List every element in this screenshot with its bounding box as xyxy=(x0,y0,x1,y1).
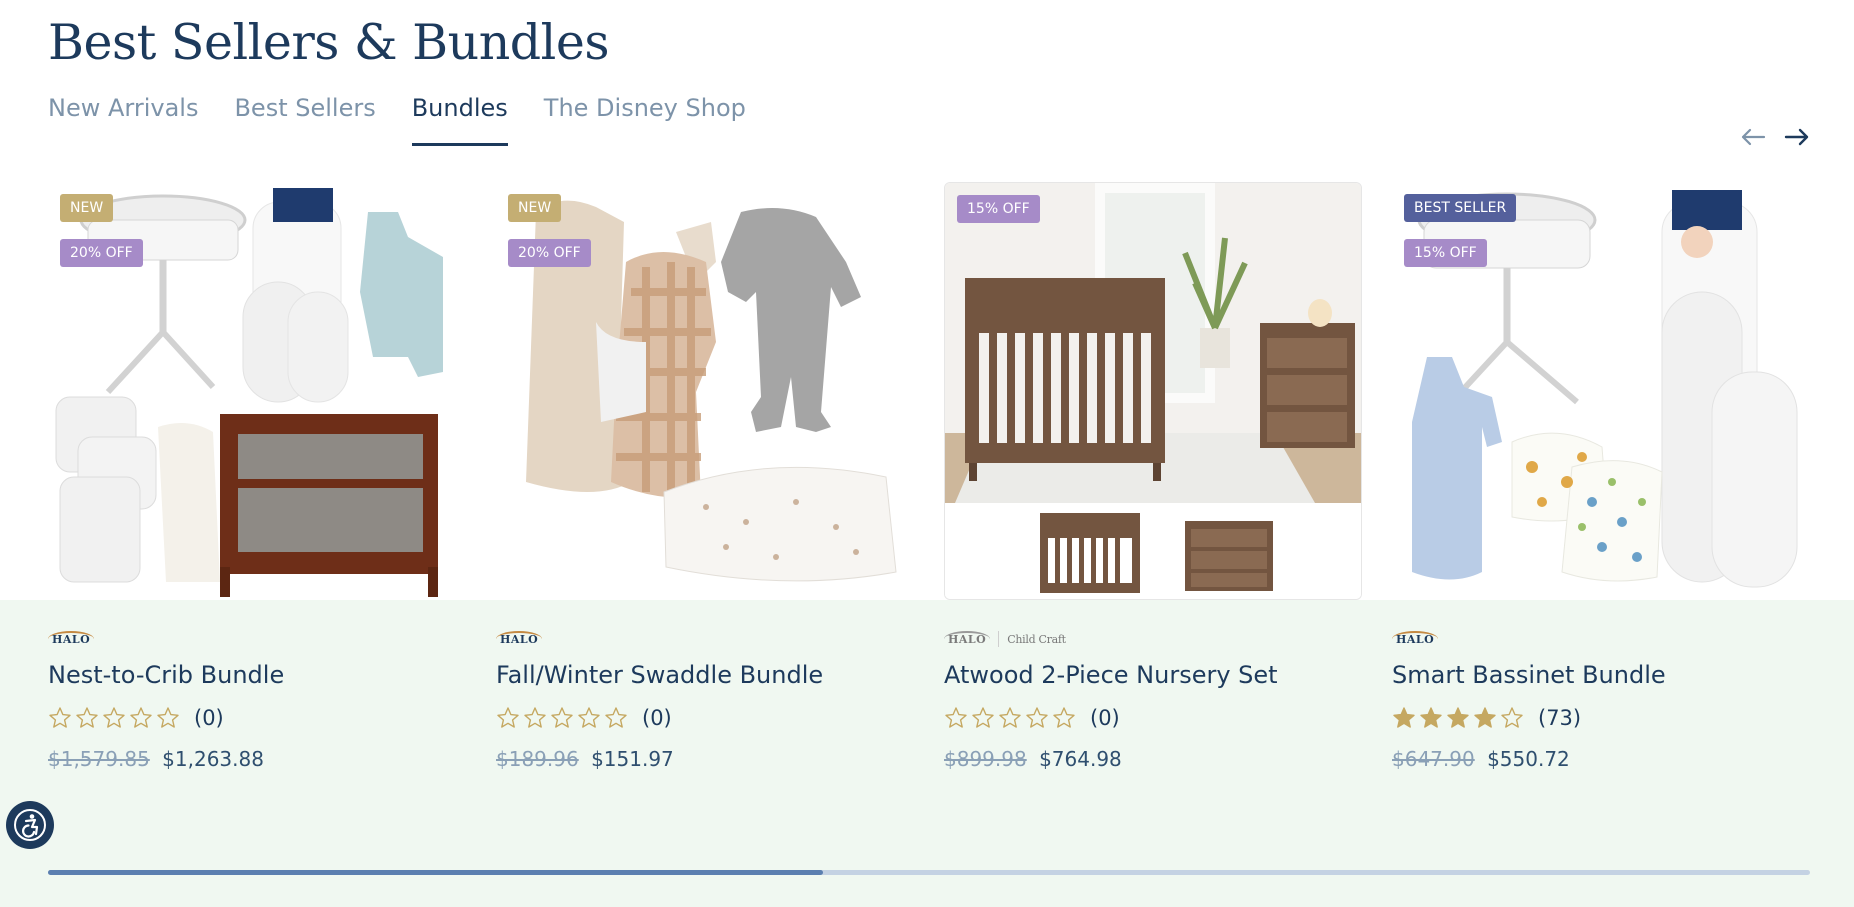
arrow-right-icon xyxy=(1784,128,1809,146)
brand-logos: HALO xyxy=(496,628,914,650)
rating-count: (0) xyxy=(194,706,224,730)
star-rating xyxy=(944,706,1076,730)
original-price: $1,579.85 xyxy=(48,747,150,771)
sale-price: $1,263.88 xyxy=(162,747,264,771)
brand-logo-child-craft: Child Craft xyxy=(1007,632,1066,646)
star-empty-icon xyxy=(49,707,71,728)
star-empty-icon xyxy=(103,707,125,728)
star-filled-icon xyxy=(1474,707,1496,728)
badge-discount: 20% OFF xyxy=(60,239,143,267)
star-rating xyxy=(1392,706,1524,730)
product-rating: (73) xyxy=(1392,703,1810,733)
tab-bundles[interactable]: Bundles xyxy=(411,94,508,146)
star-rating xyxy=(496,706,628,730)
product-rating: (0) xyxy=(48,703,466,733)
badge-best-seller: BEST SELLER xyxy=(1404,194,1517,222)
badge-discount: 15% OFF xyxy=(1404,239,1487,267)
badge-new: NEW xyxy=(508,194,562,222)
star-empty-icon xyxy=(497,707,519,728)
star-empty-icon xyxy=(1053,707,1075,728)
nursery-room-image xyxy=(945,183,1361,599)
carousel-scrollbar[interactable] xyxy=(48,870,1810,875)
product-rating: (0) xyxy=(496,703,914,733)
product-name[interactable]: Smart Bassinet Bundle xyxy=(1392,661,1810,689)
star-rating xyxy=(48,706,180,730)
product-card[interactable]: NEW 20% OFF HALO Fall/Winter Swaddle Bun… xyxy=(496,182,914,771)
rating-count: (0) xyxy=(1090,706,1120,730)
star-filled-icon xyxy=(1420,707,1442,728)
star-filled-icon xyxy=(1393,707,1415,728)
star-empty-icon xyxy=(578,707,600,728)
category-tabs: New Arrivals Best Sellers Bundles The Di… xyxy=(48,94,782,146)
brand-logo-halo: HALO xyxy=(944,631,991,646)
brand-logo-halo: HALO xyxy=(496,631,543,646)
star-empty-icon xyxy=(1026,707,1048,728)
product-price: $189.96 $151.97 xyxy=(496,747,914,771)
product-card[interactable]: 15% OFF HALO Child Craft Atwood 2-Piece … xyxy=(944,182,1362,771)
original-price: $189.96 xyxy=(496,747,579,771)
brand-logo-halo: HALO xyxy=(1392,631,1439,646)
star-empty-icon xyxy=(76,707,98,728)
original-price: $899.98 xyxy=(944,747,1027,771)
star-empty-icon xyxy=(157,707,179,728)
tab-new-arrivals[interactable]: New Arrivals xyxy=(48,94,198,146)
star-filled-icon xyxy=(1447,707,1469,728)
arrow-left-icon xyxy=(1741,128,1766,146)
product-card[interactable]: NEW 20% OFF HALO Nest-to-Crib Bundle (0)… xyxy=(48,182,466,771)
sale-price: $151.97 xyxy=(591,747,674,771)
rating-count: (73) xyxy=(1538,706,1582,730)
star-empty-icon xyxy=(1501,707,1523,728)
star-empty-icon xyxy=(130,707,152,728)
sale-price: $764.98 xyxy=(1039,747,1122,771)
star-empty-icon xyxy=(999,707,1021,728)
star-empty-icon xyxy=(945,707,967,728)
brand-logo-halo: HALO xyxy=(48,631,95,646)
rating-count: (0) xyxy=(642,706,672,730)
product-image[interactable]: BEST SELLER 15% OFF xyxy=(1392,182,1810,600)
carousel-prev-button[interactable] xyxy=(1738,122,1768,152)
product-card[interactable]: BEST SELLER 15% OFF HALO Smart Bassinet … xyxy=(1392,182,1810,771)
brand-logos: HALO xyxy=(48,628,466,650)
accessibility-button[interactable] xyxy=(6,801,54,849)
product-name[interactable]: Atwood 2-Piece Nursery Set xyxy=(944,661,1362,689)
product-image[interactable]: 15% OFF xyxy=(944,182,1362,600)
brand-divider xyxy=(998,631,1000,647)
original-price: $647.90 xyxy=(1392,747,1475,771)
product-image[interactable]: NEW 20% OFF xyxy=(48,182,466,600)
carousel-scrollbar-thumb[interactable] xyxy=(48,870,824,875)
star-empty-icon xyxy=(551,707,573,728)
accessibility-icon xyxy=(14,809,46,841)
star-empty-icon xyxy=(524,707,546,728)
product-price: $899.98 $764.98 xyxy=(944,747,1362,771)
tab-best-sellers[interactable]: Best Sellers xyxy=(234,94,375,146)
star-empty-icon xyxy=(972,707,994,728)
product-name[interactable]: Fall/Winter Swaddle Bundle xyxy=(496,661,914,689)
product-price: $1,579.85 $1,263.88 xyxy=(48,747,466,771)
product-image[interactable]: NEW 20% OFF xyxy=(496,182,914,600)
star-empty-icon xyxy=(605,707,627,728)
carousel-next-button[interactable] xyxy=(1782,122,1812,152)
badge-discount: 15% OFF xyxy=(957,195,1040,223)
sale-price: $550.72 xyxy=(1487,747,1570,771)
tab-disney-shop[interactable]: The Disney Shop xyxy=(544,94,746,146)
product-name[interactable]: Nest-to-Crib Bundle xyxy=(48,661,466,689)
brand-logos: HALO xyxy=(1392,628,1810,650)
section-title: Best Sellers & Bundles xyxy=(48,14,609,71)
product-price: $647.90 $550.72 xyxy=(1392,747,1810,771)
brand-logos: HALO Child Craft xyxy=(944,628,1362,650)
product-rating: (0) xyxy=(944,703,1362,733)
badge-discount: 20% OFF xyxy=(508,239,591,267)
badge-new: NEW xyxy=(60,194,114,222)
